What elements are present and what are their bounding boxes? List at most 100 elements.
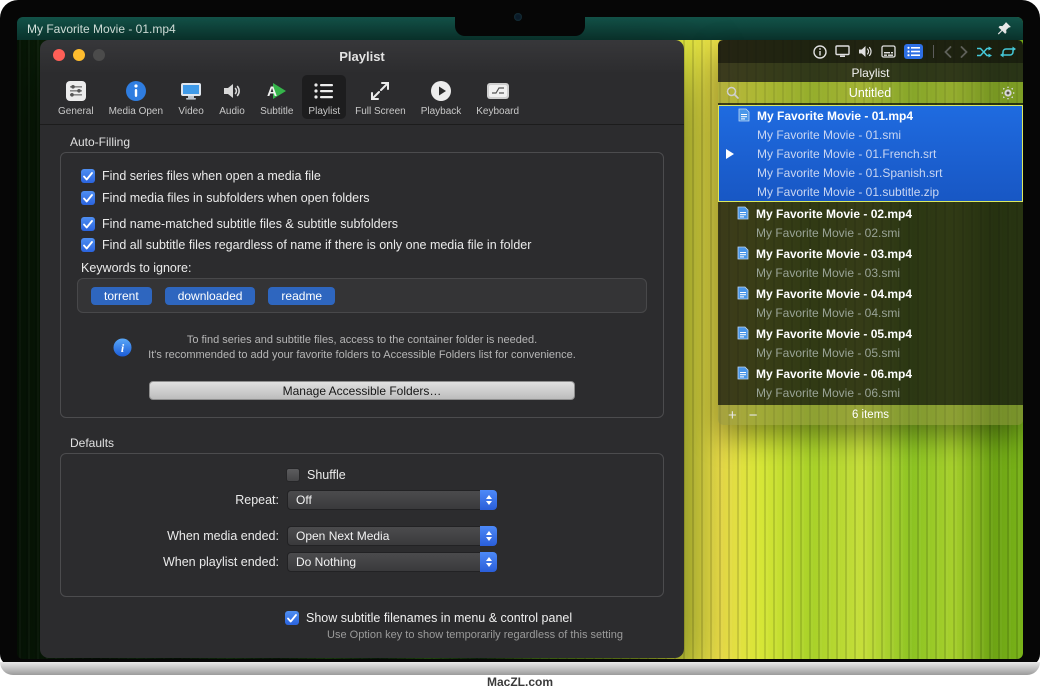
playlist-row-label: My Favorite Movie - 03.smi	[756, 266, 900, 280]
playlist-group: My Favorite Movie - 06.mp4My Favorite Mo…	[718, 364, 1023, 402]
playlist-group: My Favorite Movie - 02.mp4My Favorite Mo…	[718, 204, 1023, 242]
playing-marker-icon	[726, 149, 734, 159]
info-icon[interactable]	[813, 45, 827, 59]
info-text-line1: To find series and subtitle files, acces…	[142, 333, 582, 348]
playlist-name-field[interactable]: Untitled	[745, 86, 995, 100]
popup-label: When playlist ended:	[61, 555, 279, 569]
toolbar-item-label: Full Screen	[355, 106, 406, 117]
playlist-row[interactable]: My Favorite Movie - 01.French.srt	[719, 144, 1022, 163]
checkbox-3[interactable]	[81, 217, 95, 231]
playlist-row[interactable]: My Favorite Movie - 04.smi	[718, 303, 1023, 322]
toolbar-item-subtitle[interactable]: ASubtitle	[254, 75, 299, 119]
playlist-row[interactable]: My Favorite Movie - 04.mp4	[718, 284, 1023, 303]
playlist-row[interactable]: My Favorite Movie - 05.mp4	[718, 324, 1023, 343]
section-label-defaults: Defaults	[70, 436, 684, 450]
toolbar-item-full-screen[interactable]: Full Screen	[349, 75, 412, 119]
shuffle-icon[interactable]	[976, 46, 992, 58]
volume-icon[interactable]	[858, 45, 873, 58]
playlist-row-label: My Favorite Movie - 04.mp4	[756, 287, 912, 301]
popup-value: Do Nothing	[296, 555, 356, 569]
playlist-group: My Favorite Movie - 01.mp4 My Favorite Mo…	[718, 105, 1023, 202]
checkbox-row: Find name-matched subtitle files & subti…	[81, 217, 398, 231]
media-file-icon	[737, 286, 749, 300]
playlist-row[interactable]: My Favorite Movie - 01.subtitle.zip	[719, 182, 1022, 201]
show-subtitle-label: Show subtitle filenames in menu & contro…	[306, 611, 572, 625]
playlist-row[interactable]: My Favorite Movie - 05.smi	[718, 343, 1023, 362]
toolbar-item-label: Audio	[219, 106, 245, 117]
playlist-row[interactable]: My Favorite Movie - 03.mp4	[718, 244, 1023, 263]
defaults-group: Shuffle Repeat:OffWhen media ended:Open …	[60, 453, 664, 597]
minimize-button[interactable]	[73, 49, 85, 61]
popup-row-when-playlist-ended: When playlist ended: Do Nothing	[61, 552, 497, 572]
media-file-icon	[737, 246, 749, 260]
playlist-footer: 6 items + −	[718, 405, 1023, 425]
forward-icon[interactable]	[960, 46, 968, 58]
media-file-icon	[737, 206, 749, 220]
manage-accessible-folders-button[interactable]: Manage Accessible Folders…	[149, 381, 575, 400]
toolbar-item-video[interactable]: Video	[172, 75, 210, 119]
prefs-titlebar[interactable]: Playlist	[40, 40, 684, 68]
checkbox-4[interactable]	[81, 238, 95, 252]
checkbox-row: Find series files when open a media file	[81, 169, 321, 183]
popup-value: Open Next Media	[296, 529, 389, 543]
back-icon[interactable]	[944, 46, 952, 58]
toolbar-item-audio[interactable]: Audio	[213, 75, 251, 119]
search-icon[interactable]	[726, 86, 739, 99]
laptop-hinge	[0, 662, 1040, 675]
keywords-box[interactable]: torrent downloaded readme	[77, 278, 647, 313]
shuffle-label: Shuffle	[307, 468, 346, 482]
close-button[interactable]	[53, 49, 65, 61]
playlist-row-label: My Favorite Movie - 03.mp4	[756, 247, 912, 261]
movie-window-title: My Favorite Movie - 01.mp4	[27, 22, 176, 36]
subtitle-icon: A	[264, 78, 290, 104]
display-icon[interactable]	[835, 45, 850, 58]
toolbar-item-playlist[interactable]: Playlist	[302, 75, 346, 119]
playlist-row[interactable]: My Favorite Movie - 01.Spanish.srt	[719, 163, 1022, 182]
pin-icon[interactable]	[997, 21, 1013, 37]
playlist-row[interactable]: My Favorite Movie - 02.smi	[718, 223, 1023, 242]
playlist-row-label: My Favorite Movie - 01.smi	[757, 128, 901, 142]
playlist-row[interactable]: My Favorite Movie - 06.mp4	[718, 364, 1023, 383]
toolbar-item-media-open[interactable]: Media Open	[103, 75, 169, 119]
playlist-group: My Favorite Movie - 05.mp4My Favorite Mo…	[718, 324, 1023, 362]
checkbox-label: Find all subtitle files regardless of na…	[102, 238, 531, 252]
checkbox-1[interactable]	[81, 169, 95, 183]
popup-row-repeat: Repeat:Off	[61, 490, 497, 510]
media-open-icon	[123, 78, 149, 104]
show-subtitle-checkbox[interactable]	[285, 611, 299, 625]
popup-when-playlist-ended[interactable]: Do Nothing	[287, 552, 497, 572]
toolbar-item-keyboard[interactable]: Keyboard	[470, 75, 525, 119]
playlist-search-row: Untitled	[718, 82, 1023, 103]
playlist-row-label: My Favorite Movie - 01.subtitle.zip	[757, 185, 939, 199]
playlist-list-icon[interactable]	[904, 44, 923, 59]
playlist-row[interactable]: My Favorite Movie - 06.smi	[718, 383, 1023, 402]
macbook-mockup: My Favorite Movie - 01.mp4 Playlist Gene…	[0, 0, 1040, 690]
playlist-row[interactable]: My Favorite Movie - 01.mp4	[719, 106, 1022, 125]
toolbar-item-playback[interactable]: Playback	[415, 75, 468, 119]
item-count: 6 items	[718, 409, 1023, 421]
checkbox-label: Find media files in subfolders when open…	[102, 191, 370, 205]
shuffle-checkbox[interactable]	[286, 468, 300, 482]
playlist-row[interactable]: My Favorite Movie - 01.smi	[719, 125, 1022, 144]
playlist-row[interactable]: My Favorite Movie - 03.smi	[718, 263, 1023, 282]
keyword-chip[interactable]: readme	[268, 287, 335, 305]
video-icon	[178, 78, 204, 104]
keyword-chip[interactable]: torrent	[91, 287, 152, 305]
toolbar-item-label: Keyboard	[476, 106, 519, 117]
popup-repeat[interactable]: Off	[287, 490, 497, 510]
checkbox-2[interactable]	[81, 191, 95, 205]
add-button[interactable]: +	[728, 408, 737, 423]
zoom-button[interactable]	[93, 49, 105, 61]
toolbar-item-general[interactable]: General	[52, 75, 100, 119]
subtitle-panel-icon[interactable]	[881, 45, 896, 58]
fullscreen-icon	[367, 78, 393, 104]
popup-when-media-ended[interactable]: Open Next Media	[287, 526, 497, 546]
keyword-chip[interactable]: downloaded	[165, 287, 256, 305]
section-label-auto-filling: Auto-Filling	[70, 135, 684, 149]
playlist-row[interactable]: My Favorite Movie - 02.mp4	[718, 204, 1023, 223]
remove-button[interactable]: −	[749, 408, 758, 423]
gear-icon[interactable]	[1001, 86, 1015, 100]
show-subtitle-note: Use Option key to show temporarily regar…	[270, 629, 680, 641]
repeat-icon[interactable]	[1000, 46, 1016, 58]
playlist-list: My Favorite Movie - 01.mp4 My Favorite Mo…	[718, 103, 1023, 405]
